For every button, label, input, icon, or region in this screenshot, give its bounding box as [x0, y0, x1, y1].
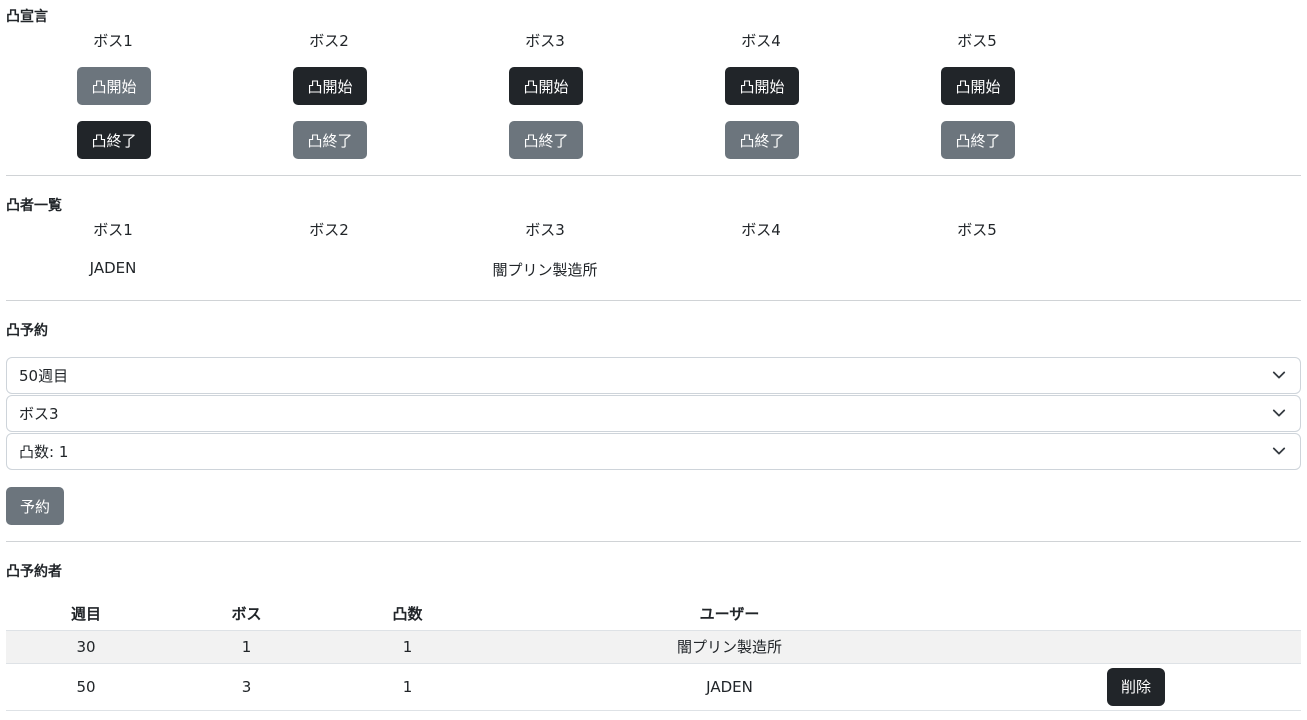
cell-boss: 3 — [166, 662, 327, 711]
cell-count: 1 — [327, 662, 488, 711]
table-row: 50 3 1 JADEN 削除 — [6, 662, 1301, 711]
count-select[interactable]: 凸数: 1 — [6, 433, 1301, 470]
declare-boss-3: ボス3 — [525, 32, 565, 50]
declare-boss-5: ボス5 — [957, 32, 997, 50]
count-select-value: 凸数: 1 — [19, 443, 69, 461]
attackers-boss-4: ボス4 — [741, 221, 781, 239]
chevron-down-icon — [1272, 409, 1286, 417]
column-header-boss: ボス — [231, 605, 262, 624]
divider — [6, 175, 1301, 176]
end-button-boss-3[interactable]: 凸終了 — [509, 121, 583, 159]
cell-boss: 1 — [166, 629, 327, 663]
end-button-boss-1[interactable]: 凸終了 — [77, 121, 151, 159]
cell-count: 1 — [327, 629, 488, 663]
boss-select-value: ボス3 — [19, 405, 59, 423]
reserve-title: 凸予約 — [6, 323, 48, 339]
attackers-boss-2: ボス2 — [309, 221, 349, 239]
cell-user: 闇プリン製造所 — [488, 629, 971, 663]
column-header-count: 凸数 — [392, 605, 423, 624]
end-button-boss-2[interactable]: 凸終了 — [293, 121, 367, 159]
column-header-user: ユーザー — [699, 605, 760, 624]
declare-boss-4: ボス4 — [741, 32, 781, 50]
declare-title: 凸宣言 — [6, 9, 48, 25]
attackers-title: 凸者一覧 — [6, 198, 62, 214]
declare-boss-2: ボス2 — [309, 32, 349, 50]
boss-select[interactable]: ボス3 — [6, 395, 1301, 432]
reserve-submit-button[interactable]: 予約 — [6, 487, 64, 525]
start-button-boss-4[interactable]: 凸開始 — [725, 67, 799, 105]
chevron-down-icon — [1272, 371, 1286, 379]
reservers-table: 週目 ボス 凸数 ユーザー 30 1 1 闇プリン製造所 50 3 1 JADE… — [6, 598, 1301, 711]
page: 凸宣言 ボス1 ボス2 ボス3 ボス4 ボス5 凸開始 凸開始 凸開始 凸開始 … — [0, 0, 1307, 720]
cell-week: 50 — [6, 662, 166, 711]
start-button-boss-1[interactable]: 凸開始 — [77, 67, 151, 105]
end-button-boss-4[interactable]: 凸終了 — [725, 121, 799, 159]
week-select[interactable]: 50週目 — [6, 357, 1301, 394]
attacker-name-boss-1: JADEN — [89, 259, 137, 277]
column-header-week: 週目 — [70, 605, 101, 624]
attackers-boss-1: ボス1 — [93, 221, 133, 239]
end-button-boss-5[interactable]: 凸終了 — [941, 121, 1015, 159]
start-button-boss-3[interactable]: 凸開始 — [509, 67, 583, 105]
cell-user: JADEN — [488, 662, 971, 711]
cell-action — [971, 629, 1301, 663]
cell-week: 30 — [6, 629, 166, 663]
delete-button[interactable]: 削除 — [1107, 667, 1165, 706]
cell-action: 削除 — [971, 662, 1301, 711]
table-header-row: 週目 ボス 凸数 ユーザー — [6, 598, 1301, 630]
table-row: 30 1 1 闇プリン製造所 — [6, 629, 1301, 663]
column-header-action — [971, 598, 1301, 630]
week-select-value: 50週目 — [19, 367, 69, 385]
attackers-boss-3: ボス3 — [525, 221, 565, 239]
attacker-name-boss-3: 闇プリン製造所 — [492, 261, 598, 279]
chevron-down-icon — [1272, 447, 1286, 455]
declare-boss-1: ボス1 — [93, 32, 133, 50]
start-button-boss-5[interactable]: 凸開始 — [941, 67, 1015, 105]
divider — [6, 541, 1301, 542]
start-button-boss-2[interactable]: 凸開始 — [293, 67, 367, 105]
attackers-boss-5: ボス5 — [957, 221, 997, 239]
divider — [6, 300, 1301, 301]
reservers-title: 凸予約者 — [6, 564, 62, 580]
